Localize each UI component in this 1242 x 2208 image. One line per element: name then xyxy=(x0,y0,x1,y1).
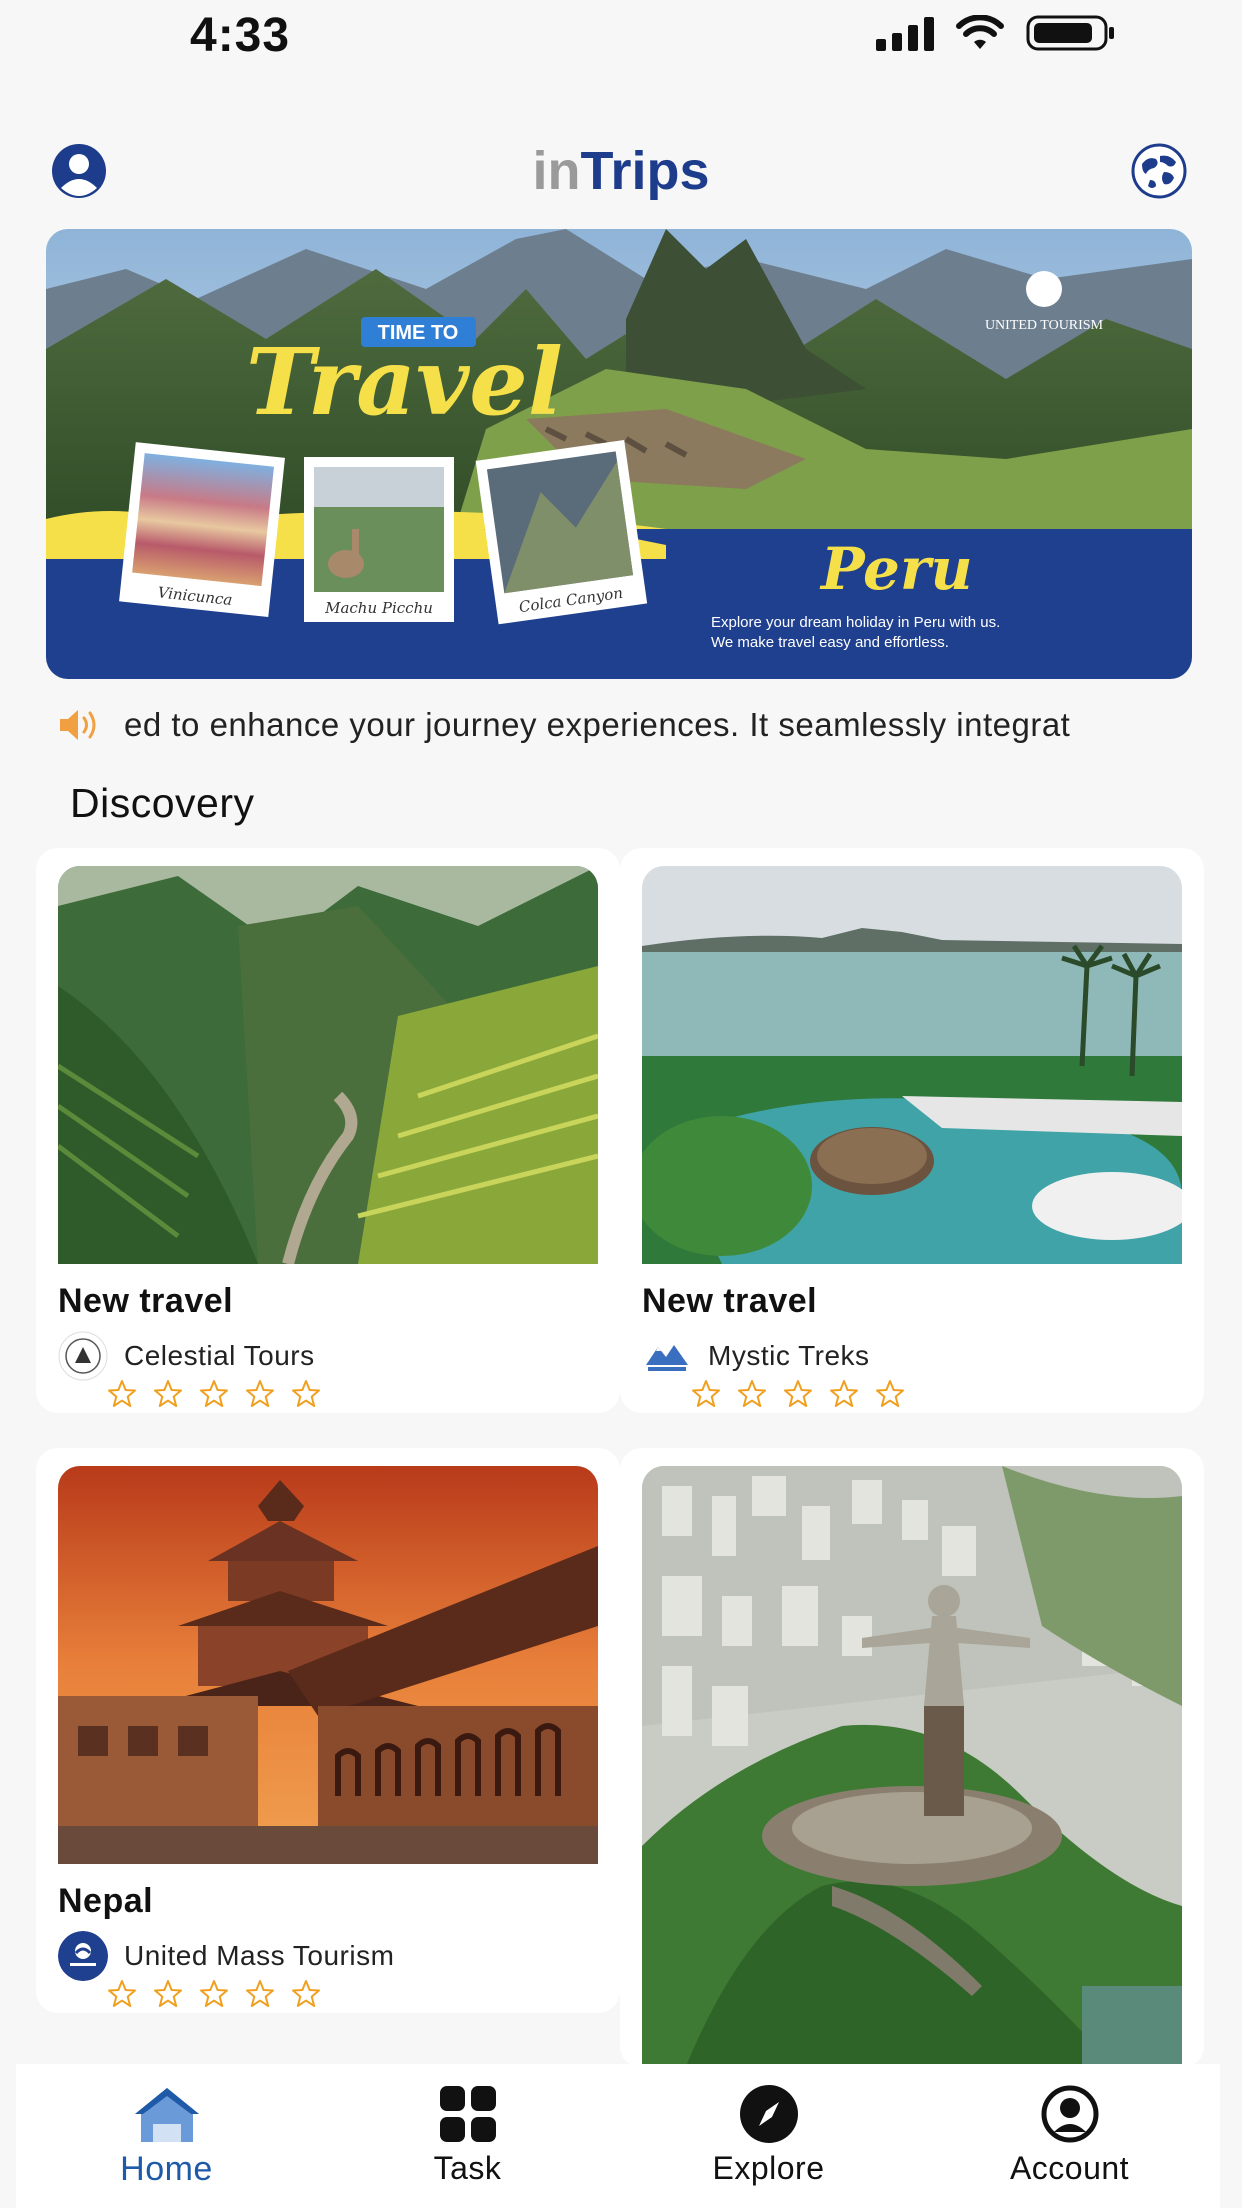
company-logo-icon xyxy=(58,1331,108,1381)
star-icon[interactable] xyxy=(736,1378,768,1410)
cellular-signal-icon xyxy=(876,15,934,51)
discovery-card[interactable]: New travel Mystic Treks xyxy=(620,848,1204,1413)
announcement-marquee[interactable]: ed to enhance your journey experiences. … xyxy=(56,700,1196,750)
app-title-main: Trips xyxy=(580,141,710,201)
account-icon xyxy=(1041,2085,1098,2143)
card-company: Mystic Treks xyxy=(642,1331,870,1381)
star-icon[interactable] xyxy=(244,1378,276,1410)
discovery-card[interactable]: New travel Celestial Tours xyxy=(36,848,620,1413)
tab-account-label: Account xyxy=(1009,2150,1130,2186)
app-title: inTrips xyxy=(0,140,1242,202)
rating-stars[interactable] xyxy=(690,1378,906,1410)
banner-headline: Travel xyxy=(246,328,563,436)
banner-brand: UNITED TOURISM xyxy=(985,318,1104,333)
card-company: Celestial Tours xyxy=(58,1331,315,1381)
wifi-icon xyxy=(956,15,1004,49)
speaker-icon xyxy=(60,710,96,740)
rating-stars[interactable] xyxy=(106,1978,322,2010)
globe-icon[interactable] xyxy=(1130,142,1188,200)
star-icon[interactable] xyxy=(874,1378,906,1410)
banner-artwork: TIME TO Travel UNITED TOURISM Vinicunca … xyxy=(46,229,1192,679)
tab-explore[interactable]: Explore xyxy=(618,2064,919,2208)
card-image xyxy=(58,1466,598,1864)
compass-icon xyxy=(739,2085,798,2143)
company-name: United Mass Tourism xyxy=(124,1940,395,1971)
discovery-card[interactable] xyxy=(620,1448,1204,2068)
star-icon[interactable] xyxy=(152,1978,184,2010)
tab-task[interactable]: Task xyxy=(317,2064,618,2208)
star-icon[interactable] xyxy=(782,1378,814,1410)
grid-icon xyxy=(439,2086,496,2142)
card-image xyxy=(642,1466,1182,2068)
company-name: Mystic Treks xyxy=(708,1340,870,1371)
status-bar: 4:33 xyxy=(0,0,1242,70)
card-company: United Mass Tourism xyxy=(58,1931,395,1981)
discovery-title: Discovery xyxy=(70,780,255,826)
banner-tagline-1: Explore your dream holiday in Peru with … xyxy=(711,614,1000,631)
company-logo-icon xyxy=(58,1931,108,1981)
app-title-prefix: in xyxy=(532,141,581,201)
star-icon[interactable] xyxy=(106,1978,138,2010)
promo-banner[interactable]: TIME TO Travel UNITED TOURISM Vinicunca … xyxy=(46,229,1192,679)
star-icon[interactable] xyxy=(828,1378,860,1410)
star-icon[interactable] xyxy=(290,1978,322,2010)
tab-task-label: Task xyxy=(433,2150,502,2186)
app-header: inTrips xyxy=(0,130,1242,210)
home-icon xyxy=(134,2088,199,2142)
company-name: Celestial Tours xyxy=(124,1340,315,1371)
banner-destination: Peru xyxy=(819,535,973,603)
banner-tagline-2: We make travel easy and effortless. xyxy=(711,634,949,651)
battery-icon xyxy=(1026,15,1114,51)
company-logo-icon xyxy=(642,1331,692,1381)
rating-stars[interactable] xyxy=(106,1378,322,1410)
status-icons xyxy=(876,14,1116,52)
announcement-text: ed to enhance your journey experiences. … xyxy=(124,706,1071,743)
star-icon[interactable] xyxy=(106,1378,138,1410)
card-title: Nepal xyxy=(58,1882,154,1920)
star-icon[interactable] xyxy=(690,1378,722,1410)
star-icon[interactable] xyxy=(198,1978,230,2010)
tab-home-label: Home xyxy=(120,2150,213,2188)
card-image xyxy=(58,866,598,1264)
star-icon[interactable] xyxy=(152,1378,184,1410)
card-title: New travel xyxy=(58,1282,234,1320)
star-icon[interactable] xyxy=(290,1378,322,1410)
banner-caption-2: Machu Picchu xyxy=(324,599,433,617)
bottom-tab-bar: Home Task Explore Account xyxy=(16,2064,1220,2208)
tab-account[interactable]: Account xyxy=(919,2064,1220,2208)
discovery-card[interactable]: Nepal United Mass Tourism xyxy=(36,1448,620,2013)
card-title: New travel xyxy=(642,1282,818,1320)
card-image xyxy=(642,866,1182,1264)
star-icon[interactable] xyxy=(198,1378,230,1410)
tab-home[interactable]: Home xyxy=(16,2064,317,2208)
star-icon[interactable] xyxy=(244,1978,276,2010)
tab-explore-label: Explore xyxy=(712,2150,825,2186)
status-time: 4:33 xyxy=(190,9,291,62)
